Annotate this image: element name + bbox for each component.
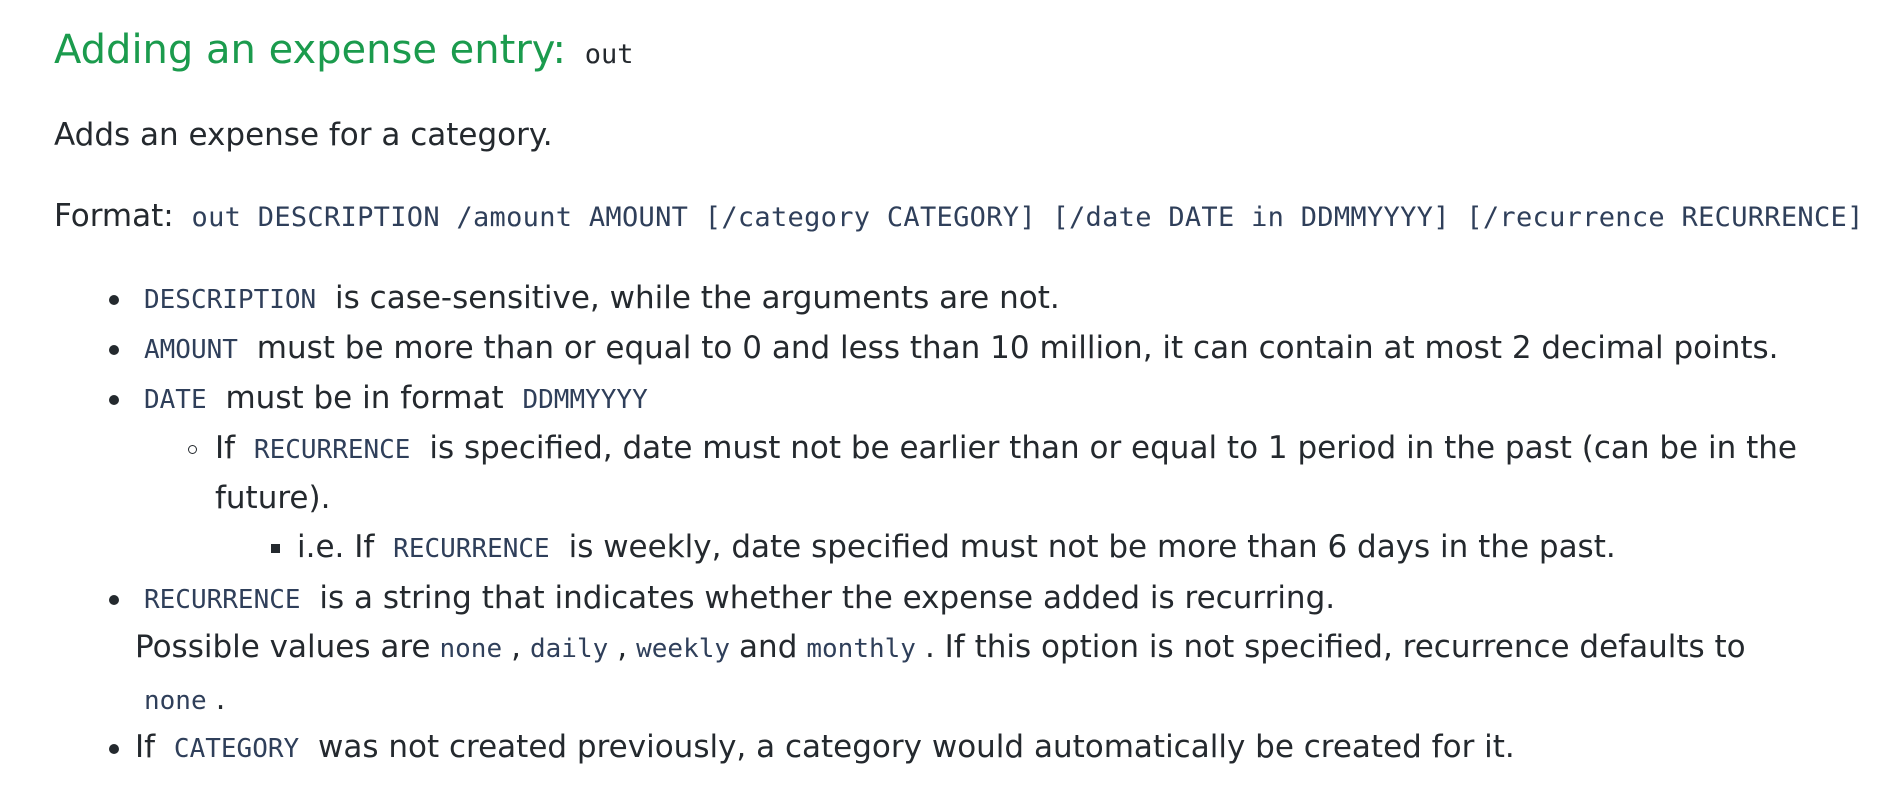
bullet-square	[271, 544, 280, 553]
category-text: was not created previously, a category w…	[318, 729, 1515, 765]
default-period: .	[215, 681, 226, 717]
rule-recurrence-code: RECURRENCE	[253, 435, 411, 465]
description-code: DESCRIPTION	[144, 285, 317, 315]
amount-code: AMOUNT	[144, 335, 238, 365]
possible-values-suffix: . If this option is not specified, recur…	[924, 629, 1746, 665]
recurrence-possible-values: Possible values are none, daily, weekly and m…	[135, 632, 1746, 663]
list-item-category: If CATEGORY was not created previously, …	[135, 732, 1515, 763]
category-prefix: If	[135, 729, 156, 765]
format-label: Format:	[54, 198, 174, 234]
bullet-disc	[109, 595, 119, 605]
heading-title: Adding an expense entry:	[54, 27, 567, 73]
list-item-date-recurrence-rule: If RECURRENCE is specified, date must no…	[215, 433, 1797, 464]
value-daily-code: daily	[529, 634, 609, 664]
comma: ,	[617, 629, 628, 665]
section-description: Adds an expense for a category.	[54, 117, 553, 153]
date-format-code: DDMMYYYY	[522, 385, 648, 415]
bullet-disc	[109, 345, 119, 355]
amount-text: must be more than or equal to 0 and less…	[256, 330, 1779, 366]
bullet-circle	[188, 445, 197, 454]
default-none-code: none	[144, 686, 207, 716]
bullet-disc	[109, 295, 119, 305]
category-code: CATEGORY	[173, 734, 300, 764]
rule-text: is specified, date must not be earlier t…	[429, 430, 1797, 466]
format-syntax-code: out DESCRIPTION /amount AMOUNT [/categor…	[191, 202, 1864, 233]
list-item-date: DATE must be in format DDMMYYYY	[135, 383, 657, 414]
and-word: and	[739, 629, 798, 665]
bullet-disc	[109, 395, 119, 405]
list-item-weekly-example: i.e. If RECURRENCE is weekly, date speci…	[297, 532, 1616, 563]
recurrence-default-line: none.	[135, 684, 225, 715]
value-none-code: none	[439, 634, 503, 664]
section-heading: Adding an expense entry: out	[54, 30, 634, 70]
example-prefix: i.e. If	[297, 529, 375, 565]
recurrence-code: RECURRENCE	[144, 585, 301, 615]
comma: ,	[511, 629, 521, 665]
example-text: is weekly, date specified must not be mo…	[568, 529, 1616, 565]
format-line: Format: out DESCRIPTION /amount AMOUNT […	[54, 201, 1864, 232]
date-text: must be in format	[225, 380, 504, 416]
possible-values-prefix: Possible values are	[135, 629, 431, 665]
date-code: DATE	[144, 385, 207, 415]
rule-text-continued: future).	[215, 480, 331, 516]
rule-prefix: If	[215, 430, 236, 466]
heading-command-code: out	[584, 39, 634, 70]
list-item-description: DESCRIPTION is case-sensitive, while the…	[135, 283, 1060, 314]
value-weekly-code: weekly	[636, 634, 731, 664]
documentation-section: Adding an expense entry: out Adds an exp…	[0, 0, 1897, 787]
value-monthly-code: monthly	[806, 634, 916, 664]
list-item-amount: AMOUNT must be more than or equal to 0 a…	[135, 333, 1779, 364]
description-text: is case-sensitive, while the arguments a…	[335, 280, 1060, 316]
example-recurrence-code: RECURRENCE	[393, 534, 550, 564]
bullet-disc	[109, 744, 119, 754]
list-item-recurrence: RECURRENCE is a string that indicates wh…	[135, 583, 1335, 614]
recurrence-text: is a string that indicates whether the e…	[319, 580, 1336, 616]
